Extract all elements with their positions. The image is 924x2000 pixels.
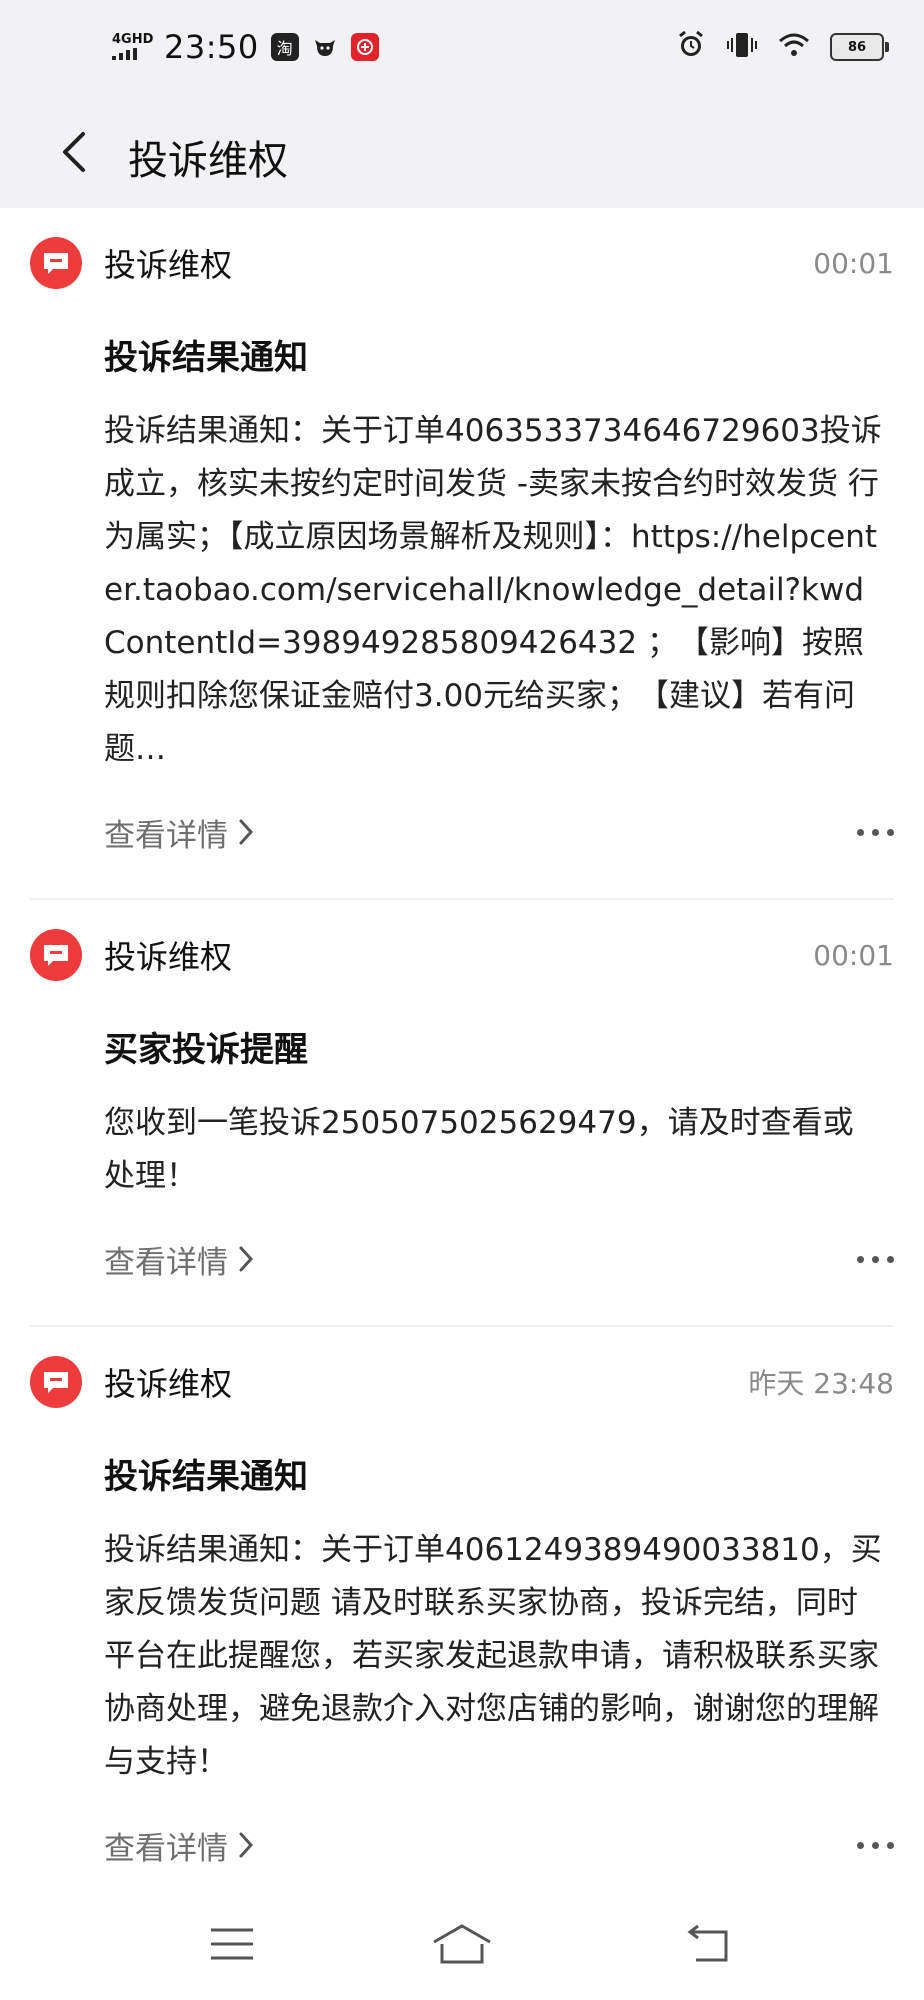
message-card[interactable]: 投诉维权 00:01 买家投诉提醒 您收到一笔投诉250507502562947… bbox=[0, 900, 924, 1307]
message-bubble-icon bbox=[30, 237, 82, 289]
message-list[interactable]: 投诉维权 00:01 投诉结果通知 投诉结果通知：关于订单40635337346… bbox=[0, 208, 924, 1888]
message-bubble-icon bbox=[30, 1356, 82, 1408]
sender-name: 投诉维权 bbox=[104, 1365, 233, 1403]
message-bubble-icon bbox=[30, 929, 82, 981]
signal-icon bbox=[112, 48, 152, 60]
more-options-button[interactable] bbox=[857, 1246, 894, 1273]
message-body: 您收到一笔投诉2505075025629479，请及时查看或处理！ bbox=[104, 1097, 884, 1203]
message-card[interactable]: 投诉维权 昨天 23:48 投诉结果通知 投诉结果通知：关于订单40612493… bbox=[0, 1327, 924, 1888]
message-body-text: 您收到一笔投诉2505075025629479，请及时查看或处理！ bbox=[104, 1105, 854, 1194]
back-nav-button[interactable] bbox=[676, 1918, 736, 1970]
more-options-button[interactable] bbox=[857, 1832, 894, 1859]
message-time: 00:01 bbox=[813, 938, 894, 972]
status-right: 86 bbox=[676, 30, 889, 64]
message-card[interactable]: 投诉维权 00:01 投诉结果通知 投诉结果通知：关于订单40635337346… bbox=[0, 208, 924, 880]
cow-app-icon bbox=[311, 33, 339, 61]
message-time: 昨天 23:48 bbox=[748, 1367, 894, 1400]
more-options-button[interactable] bbox=[857, 819, 894, 846]
battery-level: 86 bbox=[847, 39, 867, 55]
message-body-text: 投诉结果通知：关于订单4061249389490033810，买家反馈发货问题 … bbox=[104, 1532, 882, 1780]
message-title: 投诉结果通知 bbox=[104, 1457, 308, 1497]
status-left: 4GHD 23:50 淘 bbox=[112, 28, 379, 66]
message-title: 买家投诉提醒 bbox=[104, 1030, 308, 1070]
clock: 23:50 bbox=[164, 28, 259, 66]
page-title: 投诉维权 bbox=[128, 138, 288, 184]
home-icon bbox=[433, 1924, 491, 1964]
view-details-label: 查看详情 bbox=[104, 817, 228, 854]
sender-name: 投诉维权 bbox=[104, 938, 233, 976]
message-time: 00:01 bbox=[813, 246, 894, 280]
chevron-right-icon bbox=[239, 1246, 254, 1272]
return-icon bbox=[687, 1924, 728, 1962]
message-body: 投诉结果通知：关于订单4061249389490033810，买家反馈发货问题 … bbox=[104, 1524, 884, 1789]
system-nav-bar bbox=[0, 1888, 924, 2000]
red-app-icon bbox=[350, 33, 379, 61]
chevron-right-icon bbox=[239, 819, 254, 845]
home-button[interactable] bbox=[432, 1918, 492, 1970]
battery-icon: 86 bbox=[830, 33, 889, 61]
alarm-icon bbox=[676, 30, 706, 64]
status-bar: 4GHD 23:50 淘 86 bbox=[0, 0, 924, 100]
view-details-link[interactable]: 查看详情 bbox=[104, 1237, 254, 1282]
vibrate-icon bbox=[726, 30, 758, 64]
view-details-label: 查看详情 bbox=[104, 1244, 228, 1281]
menu-button[interactable] bbox=[202, 1918, 262, 1970]
chevron-left-icon bbox=[63, 132, 85, 172]
view-details-link[interactable]: 查看详情 bbox=[104, 810, 254, 855]
view-details-link[interactable]: 查看详情 bbox=[104, 1823, 254, 1868]
app-header: 投诉维权 bbox=[0, 100, 924, 208]
message-body-text: 投诉结果通知：关于订单4063533734646729603投诉成立，核实未按约… bbox=[104, 413, 882, 767]
network-type: 4GHD bbox=[112, 32, 154, 47]
message-title: 投诉结果通知 bbox=[104, 338, 308, 378]
chevron-right-icon bbox=[239, 1832, 254, 1858]
sender-name: 投诉维权 bbox=[104, 246, 233, 284]
back-button[interactable] bbox=[44, 122, 104, 182]
message-body: 投诉结果通知：关于订单4063533734646729603投诉成立，核实未按约… bbox=[104, 405, 884, 776]
wifi-icon bbox=[778, 32, 810, 62]
network-indicator: 4GHD bbox=[112, 32, 154, 60]
menu-icon bbox=[211, 1928, 253, 1960]
taobao-app-icon: 淘 bbox=[270, 33, 299, 61]
view-details-label: 查看详情 bbox=[104, 1830, 228, 1867]
